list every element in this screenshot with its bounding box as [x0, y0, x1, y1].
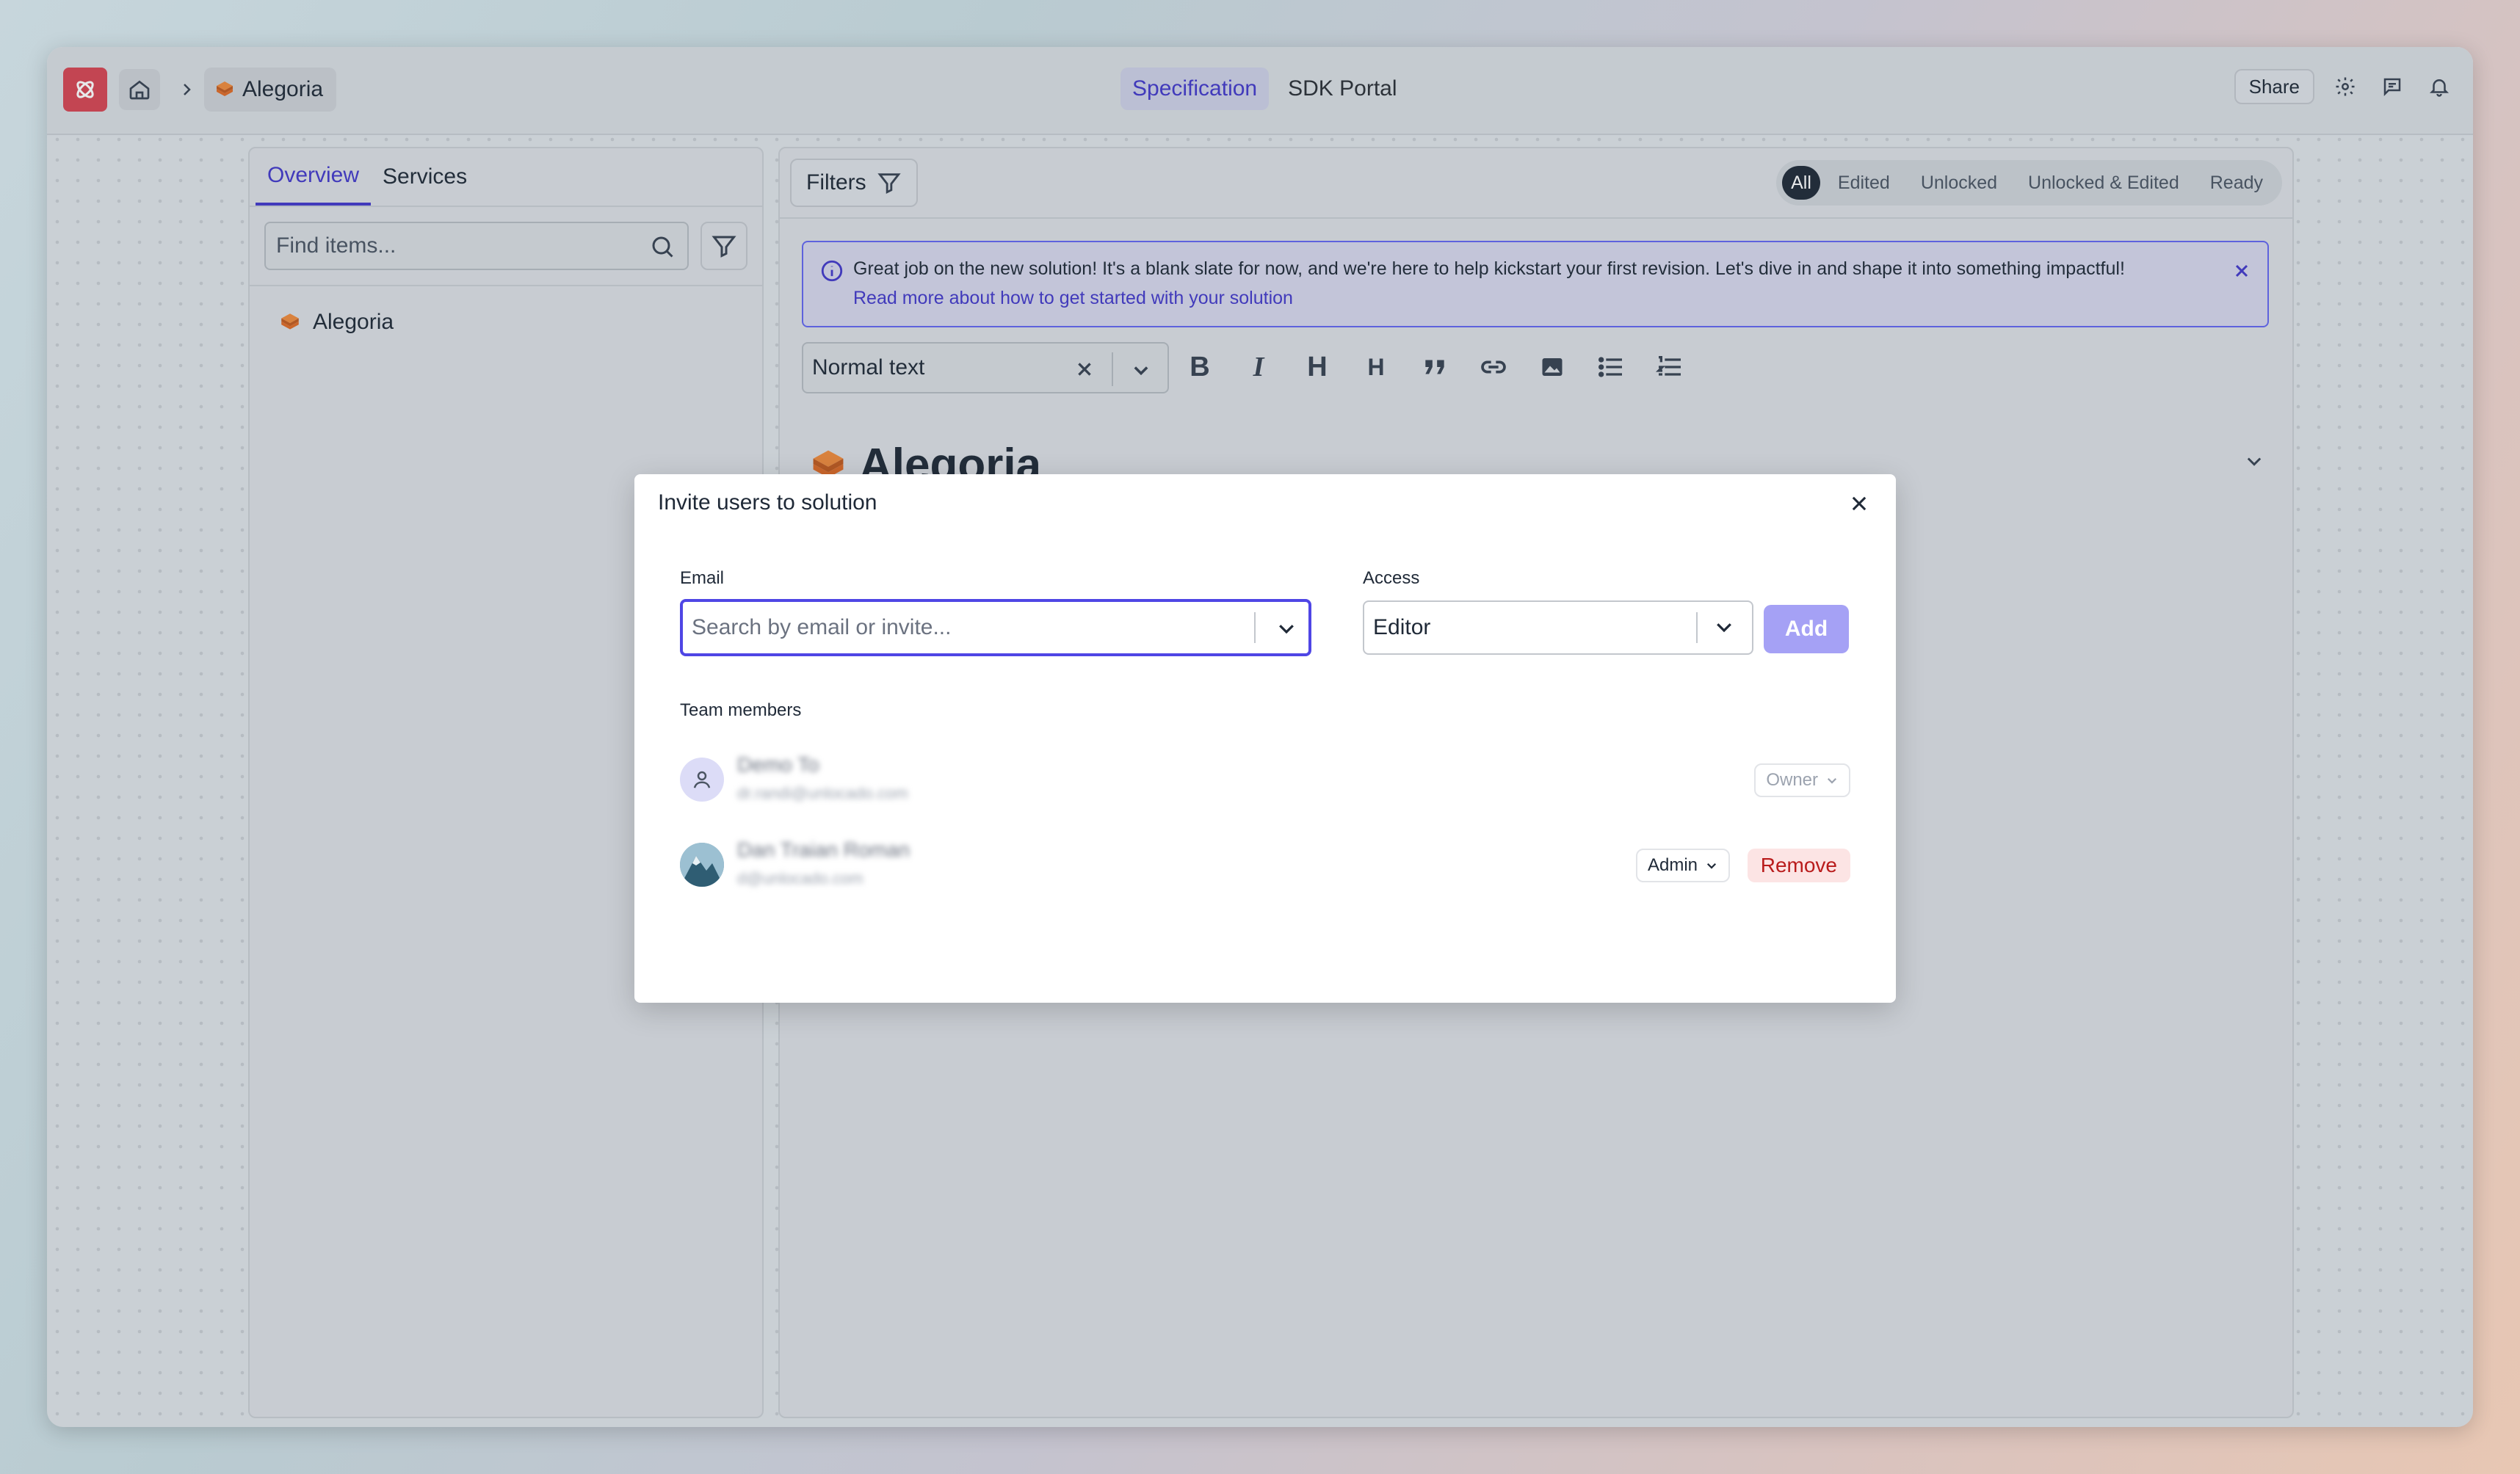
remove-member-button[interactable]: Remove: [1747, 849, 1850, 882]
tree-item-alegoria[interactable]: Alegoria: [279, 310, 394, 335]
filters-button[interactable]: Filters: [790, 159, 918, 207]
heading-1-icon[interactable]: H: [1300, 346, 1335, 388]
tab-specification[interactable]: Specification: [1120, 68, 1270, 110]
segment-all[interactable]: All: [1782, 166, 1820, 200]
bold-icon[interactable]: B: [1182, 346, 1217, 388]
quote-icon[interactable]: [1417, 346, 1452, 388]
segment-edited[interactable]: Edited: [1825, 166, 1903, 200]
team-member-row: Demo To dr.randi@unlocado.com Owner: [680, 750, 1850, 809]
link-icon[interactable]: [1476, 346, 1511, 388]
home-icon[interactable]: [119, 69, 160, 110]
chevron-down-icon: [1827, 777, 1837, 784]
project-cube-icon: [217, 81, 233, 96]
info-icon: [818, 257, 846, 285]
chevron-right-icon: [170, 73, 203, 106]
chevron-down-icon[interactable]: [1125, 354, 1157, 386]
project-cube-icon: [281, 313, 299, 330]
search-icon[interactable]: [648, 232, 677, 261]
image-icon[interactable]: [1535, 346, 1570, 388]
top-bar: Alegoria Specification SDK Portal Share: [47, 47, 2473, 135]
member-email: dr.randi@unlocado.com: [737, 784, 908, 802]
access-value: Editor: [1373, 615, 1431, 639]
banner-message: Great job on the new solution! It's a bl…: [853, 258, 2125, 279]
divider: [1696, 612, 1698, 643]
text-style-value: Normal text: [812, 355, 925, 380]
tree-item-label: Alegoria: [313, 310, 394, 334]
member-email: d@unlocado.com: [737, 869, 863, 887]
clear-icon[interactable]: [1072, 357, 1097, 382]
breadcrumb-project[interactable]: Alegoria: [204, 68, 337, 112]
invite-users-dialog: Invite users to solution Email Search by…: [634, 474, 1896, 1003]
heading-2-icon[interactable]: H: [1358, 346, 1394, 388]
close-icon[interactable]: [2231, 260, 2253, 282]
main-tabs: Specification SDK Portal: [1120, 68, 1409, 110]
numbered-list-icon[interactable]: [1652, 346, 1687, 388]
find-items-input[interactable]: Find items...: [264, 222, 689, 270]
avatar: [680, 843, 724, 887]
avatar: [680, 758, 724, 802]
share-button[interactable]: Share: [2234, 69, 2314, 104]
status-filter-segments: All Edited Unlocked Unlocked & Edited Re…: [1776, 160, 2282, 206]
filter-icon[interactable]: [700, 222, 747, 270]
team-member-row: Dan Traian Roman d@unlocado.com Admin Re…: [680, 835, 1850, 894]
chevron-down-icon[interactable]: [1270, 612, 1303, 645]
info-banner: Great job on the new solution! It's a bl…: [802, 241, 2269, 327]
tab-services[interactable]: Services: [371, 148, 479, 206]
segment-unlocked[interactable]: Unlocked: [1908, 166, 2010, 200]
app-logo[interactable]: [63, 68, 107, 112]
tab-overview[interactable]: Overview: [256, 148, 372, 206]
divider: [250, 285, 762, 286]
dialog-title: Invite users to solution: [658, 490, 877, 515]
close-icon[interactable]: [1844, 489, 1874, 518]
divider: [1254, 612, 1256, 643]
divider: [1112, 352, 1113, 386]
chevron-down-icon: [1706, 863, 1717, 869]
add-button[interactable]: Add: [1764, 605, 1849, 653]
breadcrumb-label: Alegoria: [242, 77, 324, 101]
find-items-placeholder: Find items...: [276, 233, 397, 258]
gear-icon[interactable]: [2329, 70, 2361, 103]
italic-icon[interactable]: I: [1241, 346, 1276, 388]
member-name: Demo To: [737, 753, 819, 776]
segment-unlocked-edited[interactable]: Unlocked & Edited: [2015, 166, 2193, 200]
access-select[interactable]: Editor: [1363, 600, 1753, 655]
banner-link[interactable]: Read more about how to get started with …: [853, 288, 1293, 309]
role-label: Admin: [1647, 855, 1698, 875]
divider: [780, 217, 2292, 219]
mountain-avatar-image: [680, 843, 724, 887]
sidebar-tabs: Overview Services: [256, 148, 479, 206]
role-label: Owner: [1766, 770, 1818, 790]
email-label: Email: [680, 568, 725, 588]
segment-ready[interactable]: Ready: [2197, 166, 2276, 200]
filter-icon: [877, 173, 901, 195]
bell-icon[interactable]: [2423, 70, 2455, 103]
user-icon: [693, 771, 711, 788]
role-select-admin[interactable]: Admin: [1635, 849, 1730, 882]
format-toolbar: B I H H: [1182, 346, 1687, 388]
filters-label: Filters: [806, 170, 866, 195]
email-search-input[interactable]: Search by email or invite...: [680, 599, 1311, 656]
access-label: Access: [1363, 568, 1420, 588]
chevron-down-icon[interactable]: [1708, 611, 1740, 643]
email-placeholder: Search by email or invite...: [692, 615, 952, 639]
team-members-label: Team members: [680, 700, 802, 720]
text-style-select[interactable]: Normal text: [802, 342, 1169, 393]
role-select-owner: Owner: [1754, 763, 1850, 797]
member-name: Dan Traian Roman: [737, 838, 910, 861]
bullet-list-icon[interactable]: [1593, 346, 1629, 388]
chevron-down-icon[interactable]: [2241, 448, 2267, 474]
top-actions: Share: [2234, 69, 2455, 104]
divider: [250, 206, 762, 207]
tab-sdk-portal[interactable]: SDK Portal: [1276, 68, 1408, 110]
comment-icon[interactable]: [2376, 70, 2408, 103]
